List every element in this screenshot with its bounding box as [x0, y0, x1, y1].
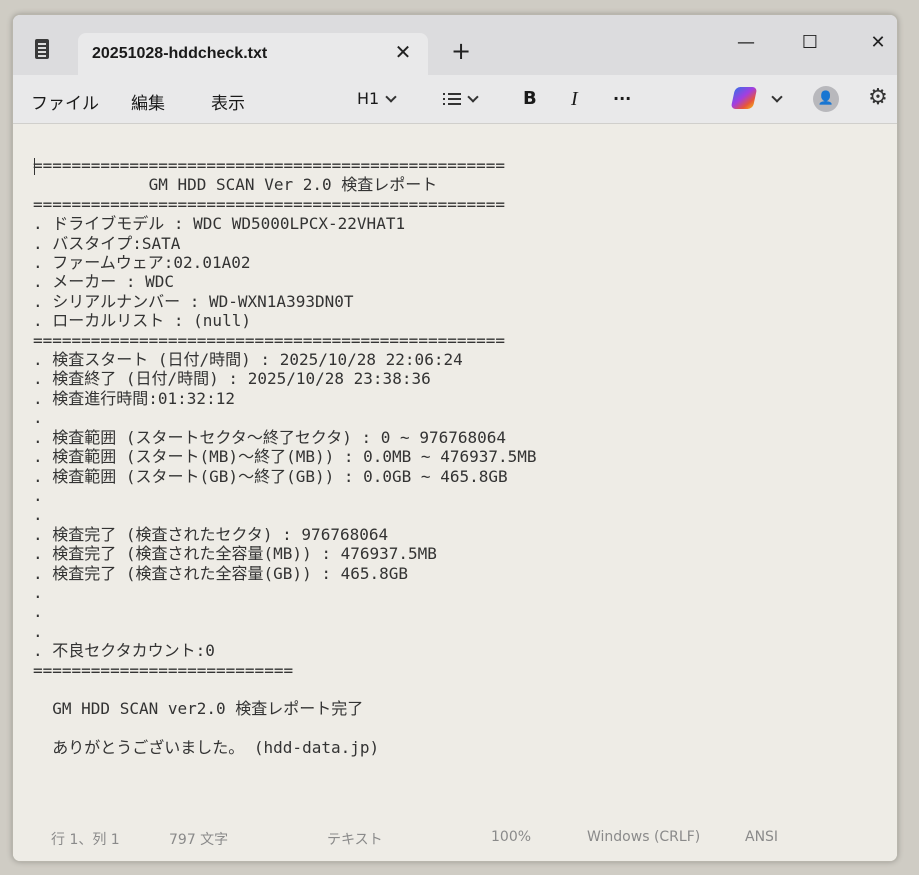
tab-title: 20251028-hddcheck.txt	[92, 45, 268, 62]
document-line: .	[33, 602, 43, 622]
chevron-down-icon	[385, 91, 397, 103]
document-line: . 検査スタート (日付/時間) : 2025/10/28 22:06:24	[33, 350, 463, 370]
italic-button[interactable]: I	[571, 87, 578, 111]
menu-file[interactable]: ファイル	[31, 89, 99, 114]
gear-icon[interactable]: ⚙	[865, 85, 891, 111]
document-line: . シリアルナンバー : WD-WXN1A393DN0T	[33, 291, 354, 311]
copilot-dropdown[interactable]	[765, 87, 783, 111]
document-line: .	[33, 505, 43, 525]
list-dropdown[interactable]	[443, 87, 479, 111]
document-line: . 検査完了 (検査された全容量(GB)) : 465.8GB	[33, 563, 409, 583]
title-bar: 20251028-hddcheck.txt ✕ + — ☐ ✕	[13, 15, 897, 75]
format-indicator: テキスト	[327, 832, 383, 848]
close-window-button[interactable]: ✕	[863, 31, 893, 55]
document-line: . バスタイプ:SATA	[33, 233, 181, 253]
document-line: .	[33, 582, 43, 602]
account-icon[interactable]: 👤	[813, 86, 839, 112]
minimize-button[interactable]: —	[731, 31, 761, 55]
maximize-button[interactable]: ☐	[795, 31, 825, 55]
heading-label: H1	[357, 89, 380, 108]
line-ending[interactable]: Windows (CRLF)	[587, 829, 700, 845]
encoding[interactable]: ANSI	[745, 829, 778, 845]
document-line: . 検査範囲 (スタートセクタ～終了セクタ) : 0 ~ 976768064	[33, 427, 507, 447]
notepad-icon	[35, 39, 49, 59]
document-line: . 検査完了 (検査されたセクタ) : 976768064	[33, 524, 389, 544]
list-icon	[443, 93, 461, 105]
zoom-level[interactable]: 100%	[491, 829, 531, 845]
bold-button[interactable]: B	[523, 87, 537, 111]
close-tab-icon[interactable]: ✕	[392, 41, 414, 63]
document-line: . メーカー : WDC	[33, 272, 175, 292]
document-line: ありがとうございました。 (hdd-data.jp)	[33, 738, 380, 758]
document-line: . 検査終了 (日付/時間) : 2025/10/28 23:38:36	[33, 369, 431, 389]
document-line: ========================================…	[33, 194, 506, 214]
text-editor[interactable]: ========================================…	[13, 124, 897, 817]
cursor-position: 行 1、列 1	[51, 832, 120, 848]
document-line: .	[33, 621, 43, 641]
document-text[interactable]: ========================================…	[33, 156, 537, 758]
new-tab-button[interactable]: +	[449, 39, 473, 63]
heading-dropdown[interactable]: H1	[357, 87, 397, 111]
document-line: ========================================…	[33, 156, 506, 175]
document-line: . 不良セクタカウント:0	[33, 641, 215, 661]
document-line: . ドライブモデル : WDC WD5000LPCX-22VHAT1	[33, 214, 406, 234]
document-line: ========================================…	[33, 330, 506, 350]
document-line: . 検査範囲 (スタート(GB)～終了(GB)) : 0.0GB ~ 465.8…	[33, 466, 508, 486]
document-line: .	[33, 408, 43, 428]
document-line: GM HDD SCAN ver2.0 検査レポート完了	[33, 699, 364, 719]
document-line: . 検査進行時間:01:32:12	[33, 388, 235, 408]
copilot-icon[interactable]	[730, 87, 758, 109]
menu-view[interactable]: 表示	[211, 89, 245, 114]
document-line: . 検査完了 (検査された全容量(MB)) : 476937.5MB	[33, 544, 437, 564]
document-line: . ローカルリスト : (null)	[33, 311, 251, 331]
chevron-down-icon	[467, 91, 479, 103]
document-line: ===========================	[33, 660, 294, 680]
character-count: 797 文字	[169, 832, 229, 848]
document-line: . 検査範囲 (スタート(MB)～終了(MB)) : 0.0MB ~ 47693…	[33, 447, 537, 467]
document-line: . ファームウェア:02.01A02	[33, 253, 251, 273]
more-button[interactable]: ···	[613, 87, 631, 111]
status-bar: 行 1、列 1 797 文字 テキスト 100% Windows (CRLF) …	[13, 817, 897, 861]
document-tab[interactable]: 20251028-hddcheck.txt ✕	[78, 33, 428, 75]
menu-edit[interactable]: 編集	[131, 89, 165, 114]
toolbar: ファイル 編集 表示 H1 B I ··· 👤 ⚙	[13, 75, 897, 124]
notepad-window: 20251028-hddcheck.txt ✕ + — ☐ ✕ ファイル 編集 …	[12, 14, 898, 862]
chevron-down-icon	[771, 91, 783, 103]
document-line: .	[33, 485, 43, 505]
document-line: GM HDD SCAN Ver 2.0 検査レポート	[33, 175, 438, 195]
